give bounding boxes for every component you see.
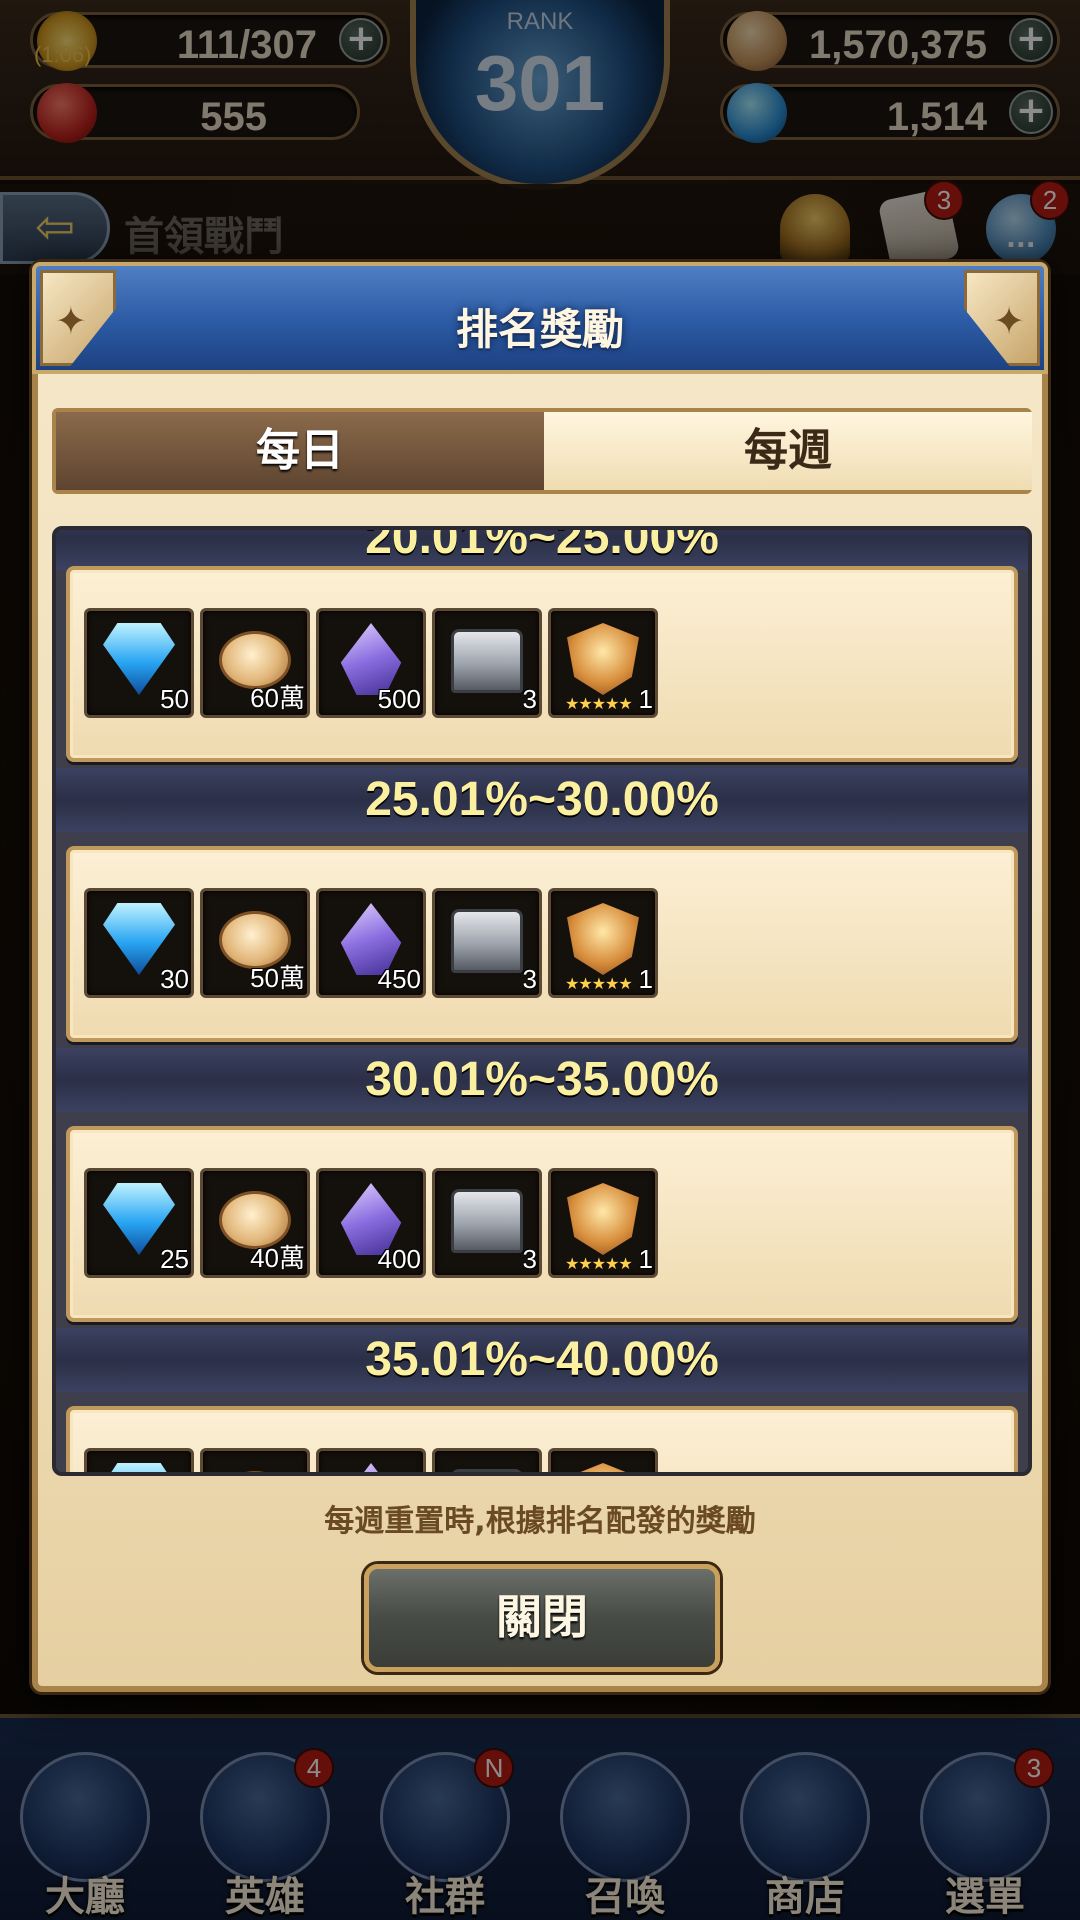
reward-quantity: 3 [522, 1244, 537, 1274]
close-button[interactable]: 關閉 [364, 1564, 720, 1672]
five-star-summon-scroll-icon [567, 1183, 639, 1255]
reward-item[interactable]: 3 [432, 1168, 542, 1278]
ranking-rewards-dialog: ✦ 排名獎勵 ✦ 每日 每週 20.01%~25.00% 50 60萬 500 3 ★★… [32, 262, 1048, 1692]
star-rating: ★★★★★ [565, 1254, 633, 1273]
diamond-icon [103, 1463, 175, 1472]
reward-quantity: 25 [160, 1244, 189, 1274]
reward-quantity: 3 [522, 964, 537, 994]
reward-quantity: 50萬 [250, 963, 305, 993]
reward-card: 50 60萬 500 3 ★★★★★ 1 [66, 566, 1018, 762]
sparkle-icon: ✦ [993, 299, 1025, 343]
reward-quantity: 30 [160, 964, 189, 994]
rank-range-label: 25.01%~30.00% [56, 768, 1028, 832]
rank-range-label: 35.01%~40.00% [56, 1328, 1028, 1392]
reward-item[interactable]: ★★★★★ 1 [548, 608, 658, 718]
reward-item[interactable]: 3 [432, 608, 542, 718]
reward-quantity: 40萬 [250, 1243, 305, 1273]
reward-item[interactable]: 3 [432, 888, 542, 998]
reward-item[interactable]: 450 [316, 888, 426, 998]
reward-item[interactable]: 50 [84, 608, 194, 718]
five-star-summon-scroll-icon [567, 903, 639, 975]
star-rating: ★★★★★ [565, 694, 633, 713]
period-tabs: 每日 每週 [52, 408, 1032, 494]
reward-quantity: 60萬 [250, 683, 305, 713]
reward-item[interactable] [200, 1448, 310, 1472]
reward-item[interactable]: ★★★★★ 1 [548, 1168, 658, 1278]
reward-item[interactable]: 400 [316, 1168, 426, 1278]
reward-quantity: 1 [638, 684, 653, 714]
reward-card: 25 40萬 400 3 ★★★★★ 1 [66, 1126, 1018, 1322]
gold-coin-icon [219, 1471, 291, 1472]
reward-item[interactable]: 25 [84, 1168, 194, 1278]
silver-chest-icon [451, 1469, 523, 1472]
silver-chest-icon [451, 1189, 523, 1253]
reward-quantity: 500 [377, 684, 421, 714]
reward-card: 30 50萬 450 3 ★★★★★ 1 [66, 846, 1018, 1042]
reward-items: 25 40萬 400 3 ★★★★★ 1 [84, 1168, 658, 1278]
reward-item[interactable] [316, 1448, 426, 1472]
silver-chest-icon [451, 629, 523, 693]
tab-weekly[interactable]: 每週 [544, 412, 1032, 490]
reward-quantity: 1 [638, 964, 653, 994]
reward-item[interactable]: 500 [316, 608, 426, 718]
reward-item[interactable]: 50萬 [200, 888, 310, 998]
star-rating: ★★★★★ [565, 974, 633, 993]
reward-quantity: 400 [377, 1244, 421, 1274]
reward-items: ★★★★★ [84, 1448, 658, 1472]
reward-card: ★★★★★ [66, 1406, 1018, 1472]
reward-item[interactable] [84, 1448, 194, 1472]
purple-crystal-icon [340, 1463, 402, 1472]
dialog-title: 排名獎勵 [455, 305, 624, 354]
reward-footnote: 每週重置時,根據排名配發的獎勵 [324, 1504, 756, 1539]
reward-item[interactable]: ★★★★★ 1 [548, 888, 658, 998]
rank-range-label: 20.01%~25.00% [56, 530, 1028, 570]
reward-items: 50 60萬 500 3 ★★★★★ 1 [84, 608, 658, 718]
reward-list[interactable]: 20.01%~25.00% 50 60萬 500 3 ★★★★★ 1 25.01%~30.0… [52, 526, 1032, 1476]
reward-quantity: 1 [638, 1244, 653, 1274]
tab-daily[interactable]: 每日 [56, 412, 544, 490]
reward-item[interactable]: 30 [84, 888, 194, 998]
reward-quantity: 450 [377, 964, 421, 994]
reward-quantity: 3 [522, 684, 537, 714]
five-star-summon-scroll-icon [567, 623, 639, 695]
reward-item[interactable]: 40萬 [200, 1168, 310, 1278]
reward-item[interactable] [432, 1448, 542, 1472]
reward-item[interactable]: ★★★★★ [548, 1448, 658, 1472]
rank-range-label: 30.01%~35.00% [56, 1048, 1028, 1112]
five-star-summon-scroll-icon [567, 1463, 639, 1472]
reward-quantity: 50 [160, 684, 189, 714]
dialog-title-bar: ✦ 排名獎勵 ✦ [32, 262, 1048, 374]
reward-items: 30 50萬 450 3 ★★★★★ 1 [84, 888, 658, 998]
game-screen: 111/307 + (1:06) 555 RANK 301 1,570,375 … [0, 0, 1080, 1920]
reward-item[interactable]: 60萬 [200, 608, 310, 718]
silver-chest-icon [451, 909, 523, 973]
